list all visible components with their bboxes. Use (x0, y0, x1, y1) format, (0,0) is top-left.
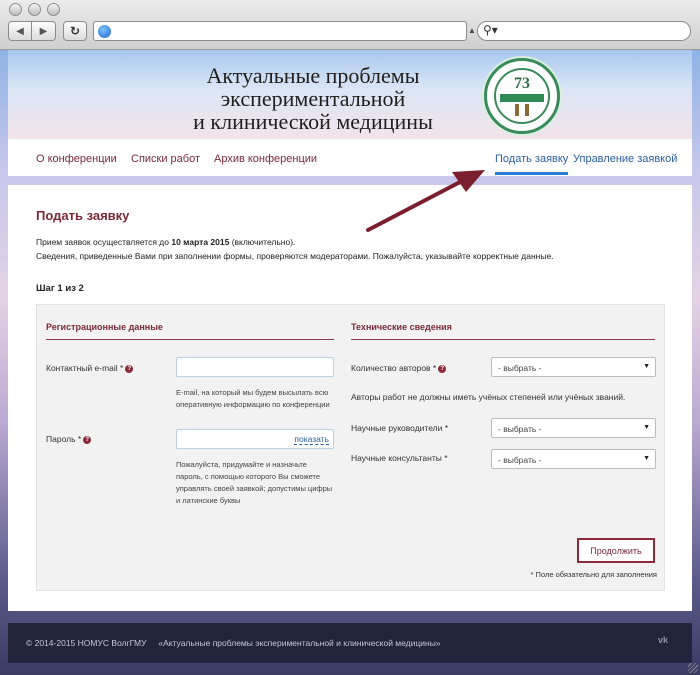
nav-work-lists[interactable]: Списки работ (131, 153, 200, 165)
continue-button[interactable]: Продолжить (577, 538, 655, 563)
registration-section-title: Регистрационные данные (46, 322, 334, 340)
password-label: Пароль *? (46, 434, 92, 444)
chevron-down-icon: ▼ (643, 455, 650, 462)
help-icon[interactable]: ? (83, 435, 92, 444)
help-icon[interactable]: ? (125, 364, 134, 373)
back-icon: ◀ (16, 25, 24, 37)
application-form: Регистрационные данные Технические сведе… (36, 304, 665, 591)
main-nav: О конференции Списки работ Архив конфере… (8, 138, 692, 176)
conference-emblem: 73 (484, 58, 560, 134)
technical-section-title: Технические сведения (351, 322, 655, 340)
emblem-number: 73 (514, 75, 530, 92)
show-password-link[interactable]: показать (294, 434, 329, 445)
supervisors-select[interactable]: - выбрать - ▼ (491, 418, 656, 438)
main-content: Подать заявку Прием заявок осуществляетс… (8, 185, 692, 611)
authors-label: Количество авторов *? (351, 363, 447, 373)
zoom-window-button[interactable] (47, 3, 60, 16)
forward-button[interactable]: ▶ (32, 21, 56, 41)
address-dropdown-icon[interactable]: ▲ (468, 26, 476, 35)
close-window-button[interactable] (9, 3, 22, 16)
history-buttons: ◀ ▶ (8, 21, 56, 41)
chevron-down-icon: ▼ (643, 424, 650, 431)
supervisors-label: Научные руководители * (351, 423, 449, 433)
step-indicator: Шаг 1 из 2 (36, 283, 84, 294)
help-icon[interactable]: ? (438, 364, 447, 373)
reload-icon: ↻ (69, 24, 81, 38)
search-input[interactable]: ⚲▾ (477, 21, 691, 41)
reload-button[interactable]: ↻ (63, 21, 87, 41)
forward-icon: ▶ (39, 25, 48, 37)
address-bar[interactable] (93, 21, 467, 41)
banner-title: Актуальные проблемы экспериментальной и … (193, 63, 433, 134)
site-footer: © 2014-2015 НОМУС ВолгГМУ «Актуальные пр… (8, 623, 692, 663)
page-title: Подать заявку (36, 208, 130, 223)
chevron-down-icon: ▼ (643, 363, 650, 370)
nav-manage-application[interactable]: Управление заявкой (573, 153, 677, 165)
email-field[interactable] (176, 357, 334, 377)
consultants-select[interactable]: - выбрать - ▼ (491, 449, 656, 469)
nav-about[interactable]: О конференции (36, 153, 117, 165)
email-hint: E-mail, на который мы будем высылать всю… (176, 388, 330, 409)
back-button[interactable]: ◀ (8, 21, 32, 41)
nav-archive[interactable]: Архив конференции (214, 153, 317, 165)
password-field[interactable]: показать (176, 429, 334, 449)
footer-text: © 2014-2015 НОМУС ВолгГМУ «Актуальные пр… (26, 638, 441, 648)
email-input[interactable] (177, 359, 333, 377)
password-input[interactable] (177, 431, 287, 449)
banner: Актуальные проблемы экспериментальной и … (8, 50, 692, 138)
authors-note: Авторы работ не должны иметь учёных степ… (351, 392, 626, 402)
search-icon: ⚲▾ (483, 23, 498, 37)
required-note: * Поле обязательно для заполнения (530, 570, 657, 579)
globe-icon (98, 25, 111, 38)
password-hint: Пожалуйста, придумайте и назначьте парол… (176, 460, 333, 505)
site-header: Актуальные проблемы экспериментальной и … (8, 50, 692, 176)
intro-text: Прием заявок осуществляется до 10 марта … (36, 237, 554, 261)
vk-icon[interactable]: vk (658, 635, 674, 649)
authors-select[interactable]: - выбрать - ▼ (491, 357, 656, 377)
browser-toolbar: ◀ ▶ ↻ ▲ ⚲▾ (0, 0, 700, 50)
consultants-label: Научные консультанты * (351, 453, 448, 463)
minimize-window-button[interactable] (28, 3, 41, 16)
email-label: Контактный e-mail *? (46, 363, 134, 373)
resize-handle[interactable] (688, 663, 698, 673)
nav-submit-application[interactable]: Подать заявку (495, 153, 569, 175)
window-controls (9, 3, 60, 16)
